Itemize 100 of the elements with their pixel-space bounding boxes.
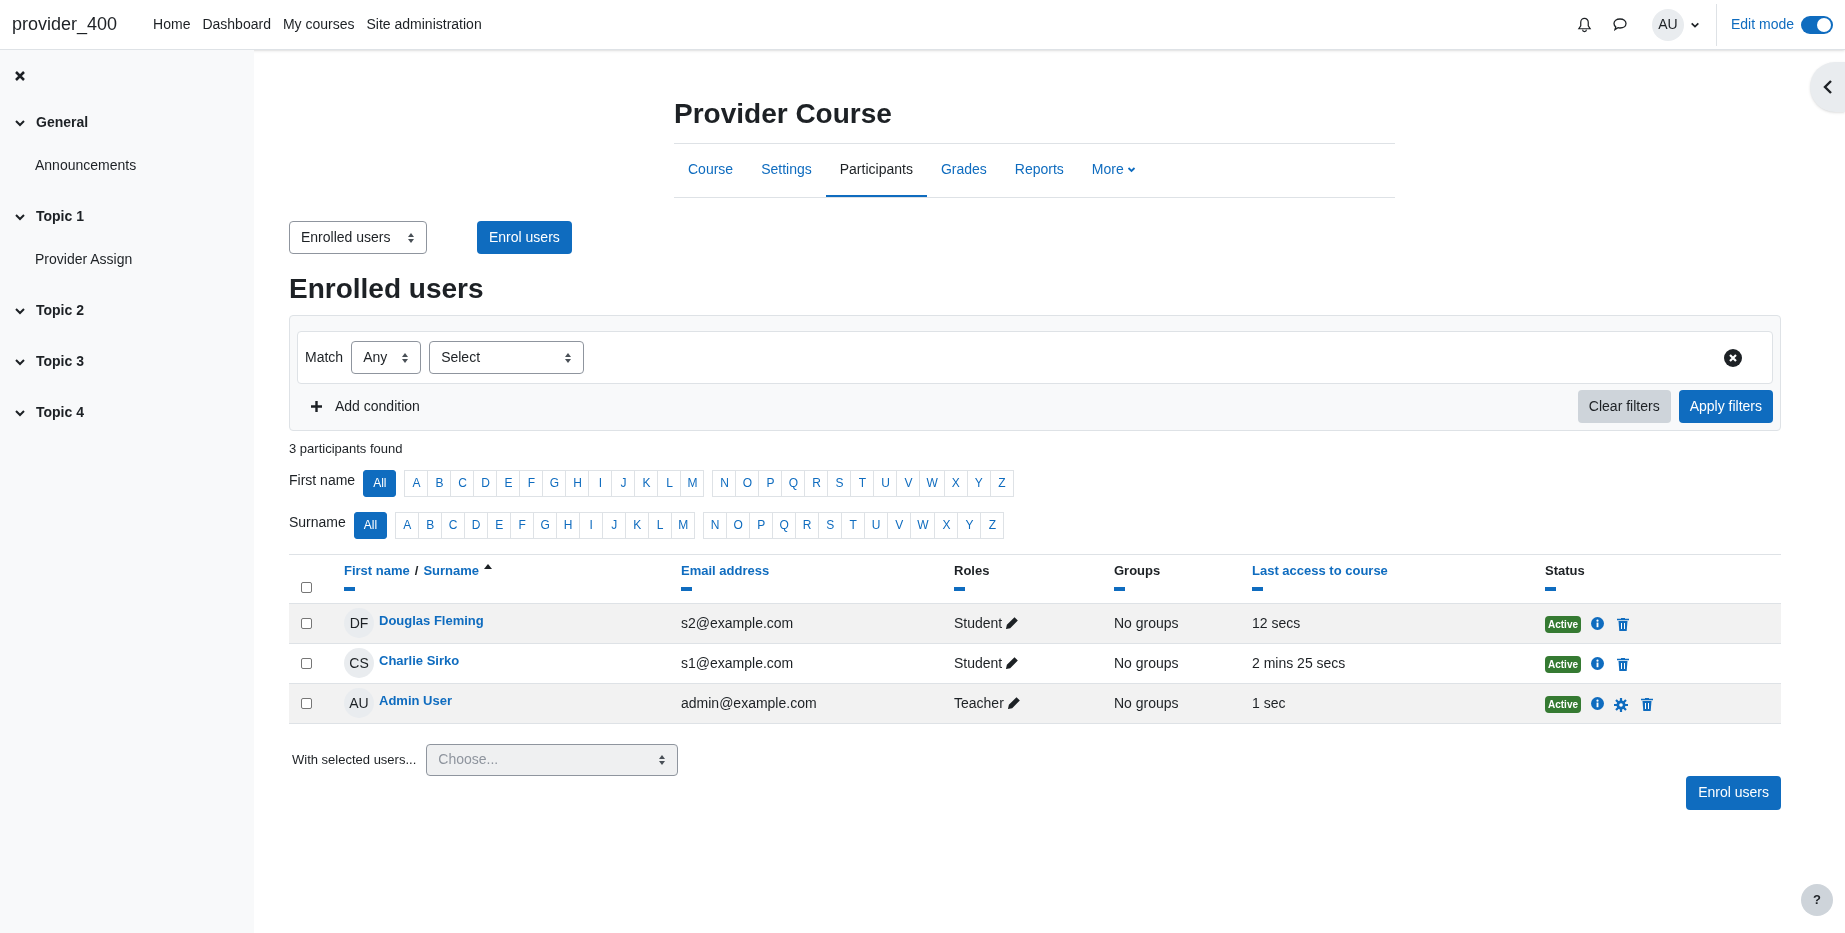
user-name-link[interactable]: Charlie Sirko <box>379 651 460 671</box>
letter-filter[interactable]: G <box>542 469 567 497</box>
section-title[interactable]: Topic 2 <box>36 300 84 321</box>
letter-filter[interactable]: Y <box>966 469 991 497</box>
letter-filter[interactable]: T <box>850 469 875 497</box>
letter-filter[interactable]: R <box>804 469 829 497</box>
letter-filter[interactable]: A <box>404 469 429 497</box>
nav-link[interactable]: Home <box>153 14 191 35</box>
sidebar-item[interactable]: Provider Assign <box>35 249 240 270</box>
chat-icon[interactable] <box>1611 17 1628 32</box>
letter-filter[interactable]: O <box>735 469 760 497</box>
match-select[interactable]: Any <box>351 341 422 374</box>
row-checkbox[interactable] <box>301 617 312 629</box>
letter-filter[interactable]: P <box>749 511 774 539</box>
apply-filters-button[interactable]: Apply filters <box>1678 390 1773 423</box>
letter-filter[interactable]: D <box>473 469 498 497</box>
add-condition-button[interactable]: Add condition <box>297 390 434 423</box>
letter-filter[interactable]: F <box>519 469 544 497</box>
letter-filter[interactable]: S <box>818 511 843 539</box>
bell-icon[interactable] <box>1576 16 1592 33</box>
letter-filter[interactable]: W <box>919 469 945 497</box>
letter-filter[interactable]: Q <box>772 511 797 539</box>
letter-filter[interactable]: E <box>496 469 521 497</box>
user-name-link[interactable]: Admin User <box>379 691 452 711</box>
remove-icon[interactable] <box>1724 348 1742 367</box>
pencil-icon[interactable] <box>1006 617 1019 629</box>
letter-filter[interactable]: B <box>418 511 443 539</box>
letter-filter[interactable]: Y <box>957 511 982 539</box>
letter-filter[interactable]: All <box>353 511 388 539</box>
letter-filter[interactable]: U <box>873 469 898 497</box>
course-tab[interactable]: Course <box>674 144 748 197</box>
letter-filter[interactable]: L <box>648 511 673 539</box>
enrol-users-button[interactable]: Enrol users <box>1686 775 1781 810</box>
info-icon[interactable] <box>1591 656 1604 670</box>
condition-select[interactable]: Select <box>429 341 585 374</box>
letter-filter[interactable]: E <box>487 511 512 539</box>
letter-filter[interactable]: X <box>943 469 968 497</box>
section-title[interactable]: Topic 3 <box>36 351 84 372</box>
info-icon[interactable] <box>1591 696 1604 710</box>
column-header[interactable]: Email address <box>681 560 770 580</box>
trash-icon[interactable] <box>1617 658 1629 671</box>
drawer-toggle-button[interactable] <box>1810 62 1845 112</box>
trash-icon[interactable] <box>1617 618 1629 631</box>
user-name-link[interactable]: Douglas Fleming <box>379 611 484 631</box>
letter-filter[interactable]: S <box>827 469 852 497</box>
row-checkbox[interactable] <box>301 657 312 669</box>
letter-filter[interactable]: K <box>634 469 659 497</box>
nav-link[interactable]: Site administration <box>366 14 482 35</box>
site-name[interactable]: provider_400 <box>12 11 118 38</box>
clear-filters-button[interactable]: Clear filters <box>1577 390 1671 423</box>
letter-filter[interactable]: C <box>441 511 466 539</box>
letter-filter[interactable]: N <box>712 469 737 497</box>
settings-icon[interactable] <box>1614 697 1628 712</box>
enrol-users-button[interactable]: Enrol users <box>477 221 572 254</box>
letter-filter[interactable]: F <box>510 511 535 539</box>
trash-icon[interactable] <box>1641 698 1653 711</box>
course-tab[interactable]: Grades <box>926 144 1001 197</box>
letter-filter[interactable]: C <box>450 469 475 497</box>
view-select[interactable]: Enrolled users <box>289 221 427 254</box>
column-header[interactable]: Last access to course <box>1252 560 1388 580</box>
section-title[interactable]: Topic 4 <box>36 402 84 423</box>
letter-filter[interactable]: M <box>680 469 705 497</box>
nav-link[interactable]: My courses <box>282 14 355 35</box>
info-icon[interactable] <box>1591 616 1604 630</box>
course-tab[interactable]: More <box>1077 144 1150 197</box>
course-tab[interactable]: Reports <box>1000 144 1078 197</box>
letter-filter[interactable]: Q <box>781 469 806 497</box>
select-all-checkbox[interactable] <box>301 581 312 593</box>
letter-filter[interactable]: L <box>657 469 682 497</box>
letter-filter[interactable]: A <box>395 511 420 539</box>
letter-filter[interactable]: K <box>625 511 650 539</box>
help-button[interactable]: ? <box>1801 884 1833 916</box>
letter-filter[interactable]: O <box>726 511 751 539</box>
pencil-icon[interactable] <box>1007 697 1020 709</box>
letter-filter[interactable]: D <box>464 511 489 539</box>
letter-filter[interactable]: R <box>795 511 820 539</box>
letter-filter[interactable]: W <box>910 511 936 539</box>
sidebar-item[interactable]: Announcements <box>35 155 240 176</box>
letter-filter[interactable]: P <box>758 469 783 497</box>
user-avatar[interactable]: AU <box>1651 8 1684 41</box>
letter-filter[interactable]: H <box>556 511 581 539</box>
letter-filter[interactable]: J <box>611 469 636 497</box>
course-tab[interactable]: Settings <box>747 144 826 197</box>
section-title[interactable]: General <box>36 112 89 133</box>
letter-filter[interactable]: I <box>588 469 613 497</box>
letter-filter[interactable]: M <box>671 511 696 539</box>
letter-filter[interactable]: G <box>533 511 558 539</box>
course-tab[interactable]: Participants <box>825 144 927 197</box>
section-title[interactable]: Topic 1 <box>36 206 84 227</box>
letter-filter[interactable]: T <box>841 511 866 539</box>
letter-filter[interactable]: V <box>887 511 912 539</box>
letter-filter[interactable]: J <box>602 511 627 539</box>
letter-filter[interactable]: B <box>427 469 452 497</box>
letter-filter[interactable]: All <box>363 469 397 497</box>
letter-filter[interactable]: H <box>565 469 590 497</box>
close-icon[interactable] <box>14 70 26 82</box>
letter-filter[interactable]: I <box>579 511 604 539</box>
letter-filter[interactable]: Z <box>980 511 1005 539</box>
row-checkbox[interactable] <box>301 697 312 709</box>
letter-filter[interactable]: X <box>934 511 959 539</box>
